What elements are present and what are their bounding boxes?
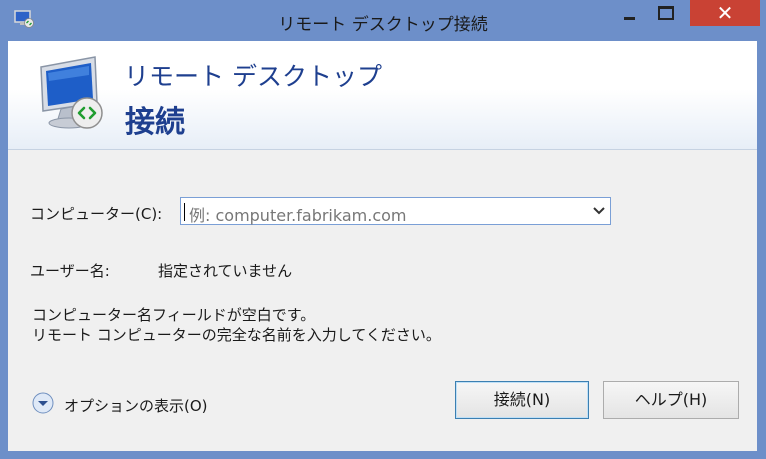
text-caret (184, 203, 185, 221)
minimize-button[interactable] (608, 0, 648, 26)
header-banner: リモート デスクトップ 接続 (8, 41, 757, 150)
rdp-window: リモート デスクトップ接続 ✕ リモート デスクトップ 接続 コンピューター(C… (0, 0, 766, 459)
show-options-label: オプションの表示(O) (64, 397, 208, 415)
computer-label: コンピューター(C): (30, 205, 163, 223)
dialog-body: リモート デスクトップ 接続 コンピューター(C): 例: computer.f… (8, 41, 757, 451)
username-label: ユーザー名: (30, 262, 110, 280)
banner-title: リモート デスクトップ (124, 62, 382, 91)
message-line-1: コンピューター名フィールドが空白です。 (32, 306, 316, 324)
remote-desktop-monitor-icon (40, 56, 103, 129)
chevron-down-icon[interactable] (592, 204, 606, 218)
computer-placeholder: 例: computer.fabrikam.com (189, 206, 407, 225)
connect-button[interactable]: 接続(N) (455, 381, 589, 419)
message-line-2: リモート コンピューターの完全な名前を入力してください。 (32, 326, 441, 344)
maximize-button[interactable] (648, 0, 684, 26)
close-button[interactable]: ✕ (690, 0, 760, 26)
expand-circle-icon (32, 392, 54, 414)
help-button[interactable]: ヘルプ(H) (603, 381, 739, 419)
computer-combobox[interactable]: 例: computer.fabrikam.com (180, 197, 611, 225)
username-value: 指定されていません (158, 262, 293, 280)
title-bar[interactable]: リモート デスクトップ接続 ✕ (0, 0, 766, 40)
banner-subtitle: 接続 (125, 105, 185, 140)
validation-message: コンピューター名フィールドが空白です。 リモート コンピューターの完全な名前を入… (32, 305, 441, 345)
